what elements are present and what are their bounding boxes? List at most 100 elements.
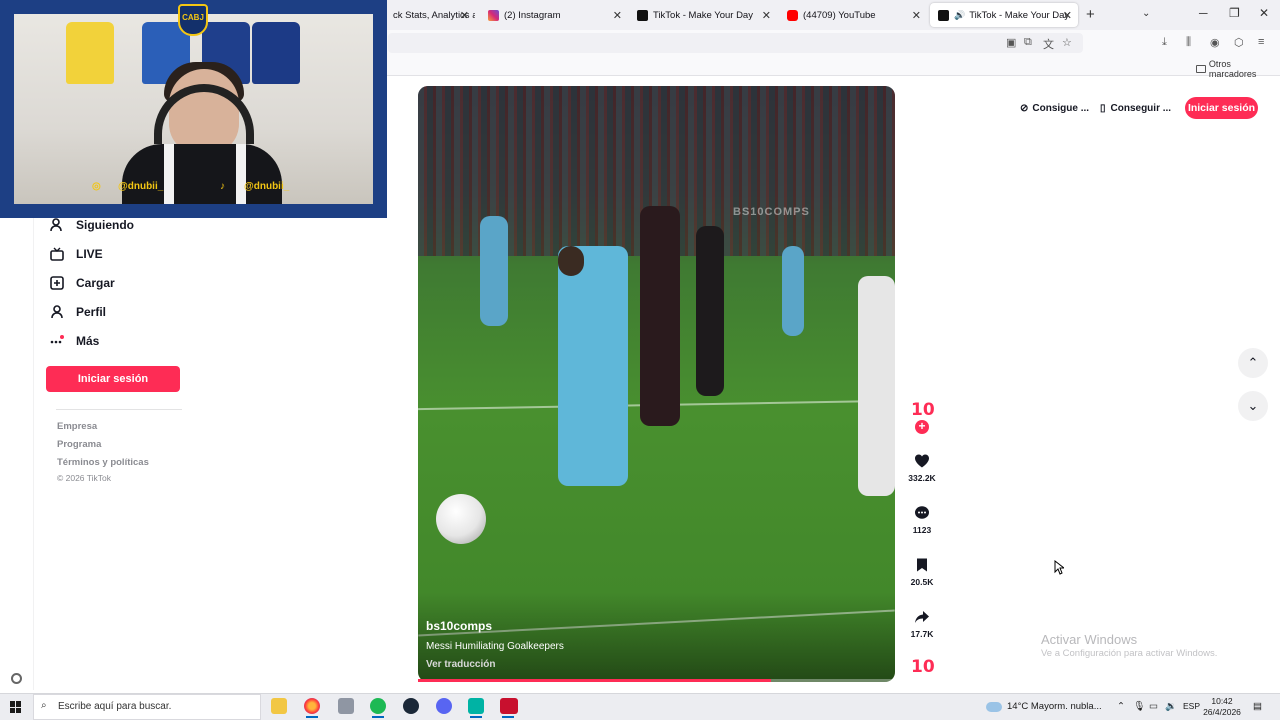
bookmark-star-icon[interactable]: ☆	[1062, 36, 1072, 49]
picture-in-picture-icon[interactable]: ▣	[1006, 36, 1016, 49]
network-icon[interactable]: ▭	[1149, 701, 1158, 712]
video-player[interactable]: BS10COMPS	[418, 86, 895, 682]
clock-date: 26/4/2026	[1203, 707, 1241, 717]
spotify-icon[interactable]	[370, 698, 386, 718]
close-window-icon[interactable]: ✕	[1259, 6, 1269, 20]
youtube-favicon-icon	[787, 9, 798, 21]
weather-cloud-icon[interactable]	[986, 702, 1002, 712]
microphone-icon[interactable]: 🎙	[1133, 701, 1145, 712]
tab-tiktok-1[interactable]: TikTok - Make Your Day ✕	[629, 0, 777, 30]
downloads-icon[interactable]: ⤓	[1162, 36, 1167, 49]
webcam-overlay: CABJ ◎ @dnubii_ ♪ @dnubii_	[0, 0, 387, 218]
share-button[interactable]: 17.7K	[906, 609, 938, 639]
more-icon	[50, 334, 64, 348]
tiktok-favicon-icon	[637, 9, 648, 21]
settings-gear-icon[interactable]	[11, 673, 22, 684]
other-bookmarks-folder[interactable]: Otros marcadores	[1196, 59, 1280, 79]
app-teal-icon[interactable]	[468, 698, 484, 718]
jacket-stripe	[236, 144, 246, 204]
footer-link-program[interactable]: Programa	[57, 439, 101, 450]
comment-icon	[914, 505, 930, 521]
get-app-button[interactable]: ▯ Conseguir ...	[1100, 97, 1171, 119]
share-arrow-icon	[914, 609, 930, 625]
instagram-handle: @dnubii_	[118, 181, 164, 192]
minimize-icon[interactable]: ─	[1199, 6, 1208, 20]
sound-avatar[interactable]: 10	[911, 657, 935, 677]
tab-instagram[interactable]: (2) Instagram ✕	[480, 0, 628, 30]
mouse-cursor-icon	[1054, 559, 1066, 580]
tab-list-chevron-icon[interactable]: ⌄	[1142, 8, 1150, 19]
notifications-icon[interactable]: ▤	[1253, 701, 1262, 712]
webcam-feed	[14, 14, 373, 204]
windows-start-icon[interactable]	[10, 701, 22, 713]
activate-windows-subtitle: Ve a Configuración para activar Windows.	[1041, 648, 1218, 659]
sidebar-item-live[interactable]: LIVE	[50, 243, 103, 265]
creator-avatar[interactable]: 10	[911, 400, 935, 420]
file-explorer-icon[interactable]	[271, 698, 287, 714]
volume-icon[interactable]: 🔉	[1165, 701, 1177, 712]
jacket-stripe	[164, 144, 174, 204]
sidebar-item-profile[interactable]: Perfil	[50, 301, 106, 323]
account-icon[interactable]: ◉	[1210, 36, 1220, 49]
sidebar-item-upload[interactable]: Cargar	[50, 272, 115, 294]
tray-chevron-up-icon[interactable]: ⌃	[1117, 701, 1125, 712]
player-blue-2	[782, 246, 804, 336]
next-video-chevron-down-icon[interactable]: ⌄	[1238, 391, 1268, 421]
like-button[interactable]: 332.2K	[906, 453, 938, 483]
sidebar-item-more[interactable]: Más	[50, 330, 99, 352]
firefox-icon[interactable]	[304, 698, 320, 718]
restore-icon[interactable]: ❐	[1229, 6, 1240, 20]
audio-playing-icon[interactable]: 🔊	[954, 10, 965, 21]
get-coins-button[interactable]: ⊘ Consigue ...	[1020, 97, 1089, 119]
folder-icon	[1196, 65, 1206, 73]
screenshot-icon[interactable]: ⧉	[1024, 36, 1032, 49]
sidebar-separator	[56, 409, 182, 410]
library-icon[interactable]: ⫼	[1186, 36, 1191, 49]
weather-text[interactable]: 14°C Mayorm. nubla...	[1007, 701, 1102, 712]
app-red-icon[interactable]	[500, 698, 518, 718]
menu-hamburger-icon[interactable]: ≡	[1258, 36, 1264, 48]
footer-link-terms[interactable]: Términos y políticas	[57, 457, 149, 468]
taskbar-search-placeholder[interactable]: Escribe aquí para buscar.	[58, 701, 171, 712]
taskbar-clock[interactable]: 10:42 26/4/2026	[1200, 696, 1244, 718]
tab-tiktok-active[interactable]: 🔊 TikTok - Make Your Day ✕	[930, 3, 1078, 27]
extensions-icon[interactable]: ⬡	[1234, 36, 1244, 49]
streamer-jacket	[122, 144, 282, 204]
close-tab-icon[interactable]: ✕	[1063, 9, 1072, 22]
close-tab-icon[interactable]: ✕	[613, 9, 622, 22]
save-count: 20.5K	[910, 577, 934, 587]
new-tab-plus-icon[interactable]: +	[1086, 6, 1095, 23]
close-tab-icon[interactable]: ✕	[912, 9, 921, 22]
language-indicator[interactable]: ESP	[1183, 701, 1200, 711]
video-author[interactable]: bs10comps	[426, 619, 492, 633]
player-blue	[480, 216, 508, 326]
follow-plus-icon[interactable]: +	[915, 420, 929, 434]
player-red-black-2	[696, 226, 724, 396]
upload-icon	[50, 276, 64, 290]
close-tab-icon[interactable]: ✕	[762, 9, 771, 22]
translate-link[interactable]: Ver traducción	[426, 659, 495, 670]
jersey-yellow	[66, 22, 114, 84]
steam-icon[interactable]	[403, 698, 419, 714]
tab-youtube[interactable]: (44709) YouTube ✕	[779, 0, 927, 30]
get-app-label: Conseguir ...	[1110, 102, 1172, 114]
translate-icon[interactable]: 文	[1043, 36, 1054, 52]
header-login-button[interactable]: Iniciar sesión	[1185, 97, 1258, 119]
sidebar-login-button[interactable]: Iniciar sesión	[46, 366, 180, 392]
snipping-tool-icon[interactable]	[338, 698, 354, 714]
tiktok-favicon-icon	[938, 9, 949, 21]
club-crest-logo: CABJ	[178, 4, 208, 36]
tab-analytics[interactable]: ck Stats, Analytics and ✕	[385, 0, 475, 30]
url-field[interactable]	[388, 33, 1083, 53]
comment-button[interactable]: 1123	[906, 505, 938, 535]
close-tab-icon[interactable]: ✕	[460, 9, 469, 22]
previous-video-chevron-up-icon[interactable]: ⌃	[1238, 348, 1268, 378]
video-progress-bar[interactable]	[418, 679, 895, 682]
sidebar-divider	[33, 218, 34, 690]
save-button[interactable]: 20.5K	[906, 557, 938, 587]
coin-icon: ⊘	[1020, 102, 1029, 114]
footer-link-company[interactable]: Empresa	[57, 421, 97, 432]
player-messi-head	[558, 246, 584, 276]
discord-icon[interactable]	[436, 698, 452, 714]
sidebar-item-label: Cargar	[76, 276, 115, 290]
